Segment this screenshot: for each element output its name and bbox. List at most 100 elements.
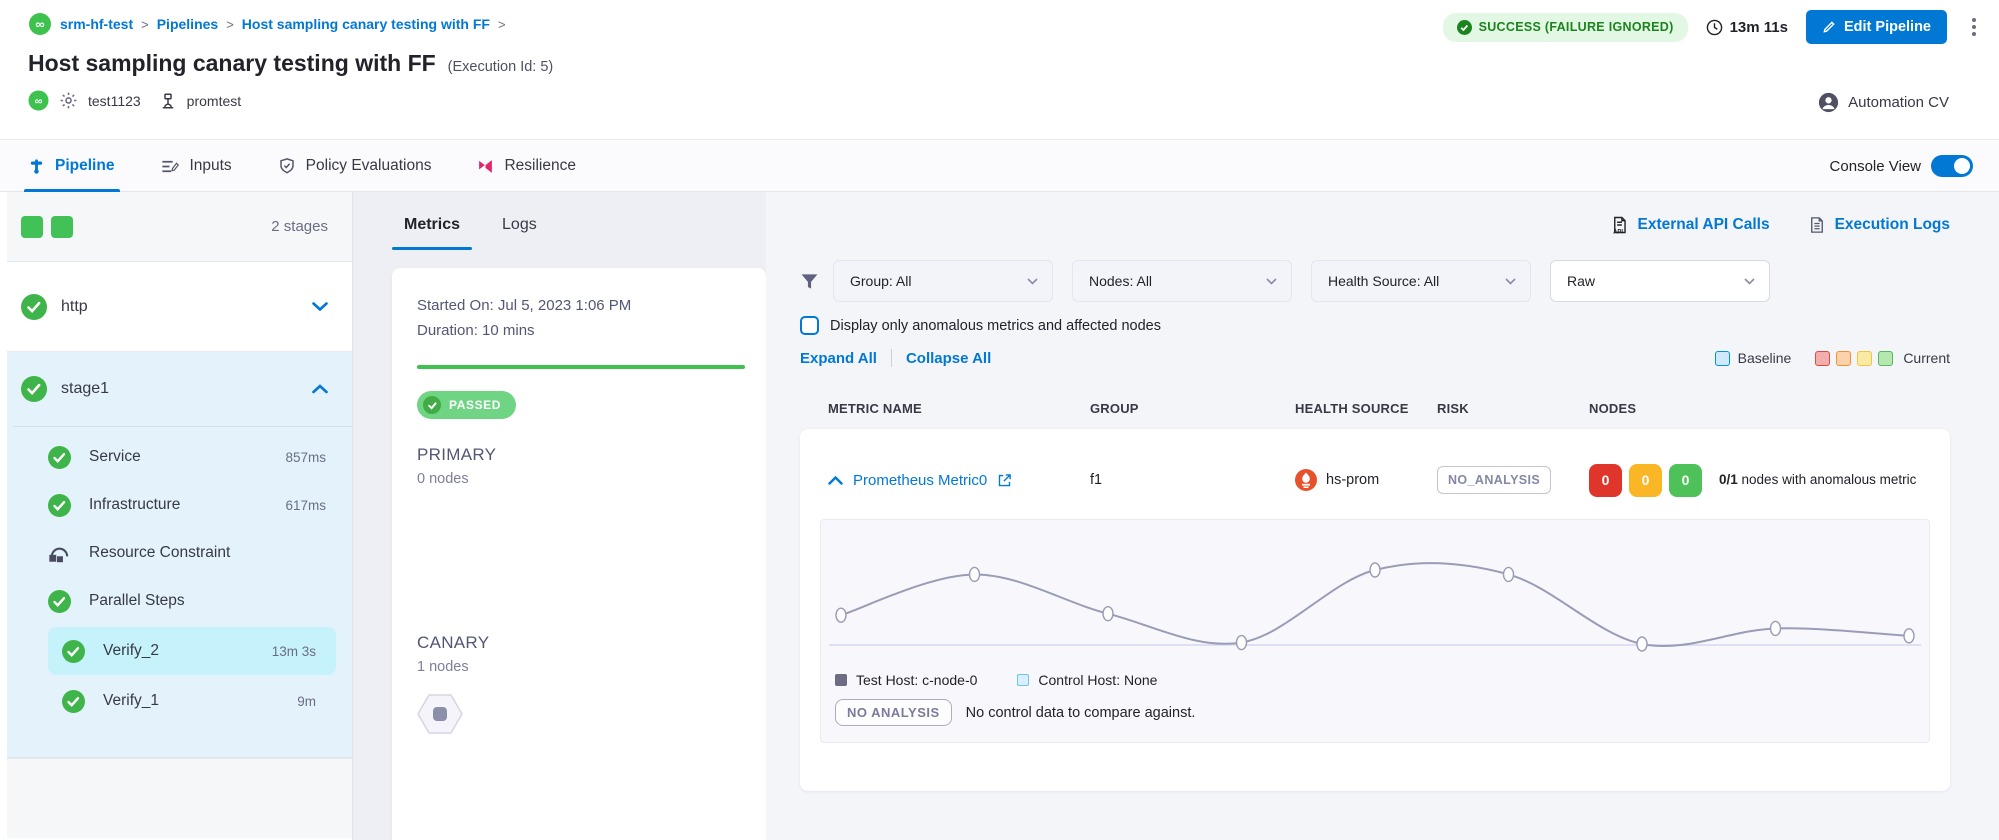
red-node-count-badge: 0 bbox=[1589, 464, 1622, 497]
verification-tabs: Metrics Logs bbox=[353, 192, 766, 250]
expand-all-link[interactable]: Expand All bbox=[800, 350, 877, 367]
col-group: GROUP bbox=[1090, 401, 1295, 416]
breadcrumb-pipelines[interactable]: Pipelines bbox=[157, 16, 218, 32]
service-name[interactable]: test1123 bbox=[88, 93, 141, 109]
chevron-up-icon[interactable] bbox=[312, 384, 328, 394]
execution-logs-link[interactable]: Execution Logs bbox=[1808, 215, 1950, 235]
control-host-swatch bbox=[1017, 674, 1029, 686]
test-host-legend: Test Host: c-node-0 bbox=[835, 672, 977, 688]
divider bbox=[891, 349, 892, 367]
edit-pipeline-button[interactable]: Edit Pipeline bbox=[1806, 10, 1947, 44]
view-mode-dropdown[interactable]: Raw bbox=[1550, 260, 1770, 302]
table-row: Prometheus Metric0 f1 hs-prom NO_ANALYSI… bbox=[828, 451, 1930, 509]
execution-sidebar: 2 stages http stage1 Service 857ms bbox=[0, 192, 353, 840]
status-check-icon bbox=[1457, 20, 1472, 35]
step-verify-2[interactable]: Verify_2 13m 3s bbox=[48, 627, 336, 675]
active-tab-underline bbox=[392, 247, 472, 250]
metric-line-chart bbox=[821, 520, 1929, 656]
module-tabbar: Pipeline Inputs Policy Evaluations Resil… bbox=[0, 141, 1999, 192]
anomalous-filter-row: Display only anomalous metrics and affec… bbox=[800, 316, 1950, 335]
anomalous-checkbox[interactable] bbox=[800, 316, 819, 335]
tab-metrics[interactable]: Metrics bbox=[392, 216, 472, 250]
user-name: Automation CV bbox=[1848, 94, 1949, 111]
breadcrumb-project[interactable]: srm-hf-test bbox=[60, 16, 133, 32]
col-health-source: HEALTH SOURCE bbox=[1295, 401, 1437, 416]
no-analysis-text: No control data to compare against. bbox=[966, 705, 1196, 721]
chevron-down-icon bbox=[1744, 278, 1755, 285]
success-check-icon bbox=[62, 690, 85, 713]
filter-funnel-icon[interactable] bbox=[800, 272, 819, 291]
stage-status-square bbox=[21, 216, 43, 238]
breadcrumb-pipeline-name[interactable]: Host sampling canary testing with FF bbox=[242, 16, 490, 32]
step-service[interactable]: Service 857ms bbox=[7, 433, 352, 481]
service-gear-icon bbox=[59, 91, 78, 110]
analysis-note-row: NO ANALYSIS No control data to compare a… bbox=[821, 699, 1929, 726]
health-source-filter-dropdown[interactable]: Health Source: All bbox=[1311, 260, 1531, 302]
meta-row: ∞ test1123 promtest bbox=[0, 77, 1999, 111]
col-metric-name: METRIC NAME bbox=[828, 401, 1090, 416]
svg-text:∞: ∞ bbox=[35, 17, 44, 32]
nodes-filter-dropdown[interactable]: Nodes: All bbox=[1072, 260, 1292, 302]
shield-check-icon bbox=[278, 157, 296, 175]
chevron-down-icon bbox=[1266, 278, 1277, 285]
current-label: Current bbox=[1903, 350, 1950, 366]
chevron-down-icon[interactable] bbox=[312, 302, 328, 312]
breadcrumb-separator: > bbox=[141, 17, 149, 32]
expand-collapse-row: Expand All Collapse All Baseline Current bbox=[800, 349, 1950, 367]
clock-icon bbox=[1706, 19, 1723, 36]
success-check-icon bbox=[62, 640, 85, 663]
chevron-down-icon bbox=[1027, 278, 1038, 285]
tab-pipeline[interactable]: Pipeline bbox=[28, 141, 114, 192]
current-red-swatch bbox=[1815, 351, 1830, 366]
document-icon bbox=[1808, 215, 1826, 235]
svg-text:API: API bbox=[1613, 229, 1623, 235]
svg-text:∞: ∞ bbox=[35, 96, 43, 108]
environment-name[interactable]: promtest bbox=[187, 93, 241, 109]
success-check-icon bbox=[21, 294, 47, 320]
external-link-icon[interactable] bbox=[997, 473, 1012, 488]
step-infrastructure[interactable]: Infrastructure 617ms bbox=[7, 481, 352, 529]
environment-icon bbox=[159, 92, 177, 110]
step-parallel-steps[interactable]: Parallel Steps bbox=[7, 577, 352, 625]
verification-summary-card: Started On: Jul 5, 2023 1:06 PM Duration… bbox=[392, 268, 766, 840]
step-resource-constraint[interactable]: Resource Constraint bbox=[7, 529, 352, 577]
triggered-by: Automation CV bbox=[1818, 92, 1949, 113]
group-filter-dropdown[interactable]: Group: All bbox=[833, 260, 1053, 302]
col-nodes: NODES bbox=[1589, 401, 1950, 416]
current-orange-swatch bbox=[1836, 351, 1851, 366]
primary-node-count: 0 nodes bbox=[417, 471, 745, 487]
duration: Duration: 10 mins bbox=[417, 322, 745, 339]
metric-name-link[interactable]: Prometheus Metric0 bbox=[853, 472, 987, 489]
chart-color-legend: Baseline Current bbox=[1715, 350, 1950, 366]
more-options-icon[interactable] bbox=[1965, 14, 1983, 40]
anomalous-checkbox-label[interactable]: Display only anomalous metrics and affec… bbox=[830, 318, 1161, 334]
tab-resilience[interactable]: Resilience bbox=[477, 141, 576, 192]
tab-logs[interactable]: Logs bbox=[490, 216, 549, 250]
filter-row: Group: All Nodes: All Health Source: All… bbox=[800, 260, 1950, 302]
tab-policy-evaluations[interactable]: Policy Evaluations bbox=[278, 141, 432, 192]
external-api-calls-link[interactable]: API External API Calls bbox=[1610, 215, 1770, 235]
execution-id: (Execution Id: 5) bbox=[448, 59, 554, 75]
sidebar-stage-http[interactable]: http bbox=[7, 262, 352, 352]
sidebar-stage-stage1[interactable]: stage1 bbox=[7, 352, 352, 426]
stage-status-square bbox=[51, 216, 73, 238]
stage-count: 2 stages bbox=[271, 218, 328, 235]
console-view-toggle[interactable] bbox=[1931, 155, 1973, 177]
success-check-icon bbox=[48, 494, 71, 517]
breadcrumb-separator: > bbox=[226, 17, 234, 32]
primary-label: PRIMARY bbox=[417, 445, 745, 465]
step-verify-1[interactable]: Verify_1 9m bbox=[48, 677, 336, 725]
control-host-legend: Control Host: None bbox=[1017, 672, 1157, 688]
current-swatches bbox=[1815, 351, 1893, 366]
col-risk: RISK bbox=[1437, 401, 1589, 416]
resilience-icon bbox=[477, 158, 494, 175]
breadcrumb-separator: > bbox=[498, 17, 506, 32]
tab-inputs[interactable]: Inputs bbox=[160, 141, 231, 192]
canary-node-icon[interactable] bbox=[417, 693, 745, 740]
metrics-table-header: METRIC NAME GROUP HEALTH SOURCE RISK NOD… bbox=[800, 401, 1950, 416]
check-icon bbox=[423, 396, 441, 414]
harness-logo-icon: ∞ bbox=[28, 12, 52, 36]
collapse-row-chevron-icon[interactable] bbox=[828, 476, 843, 485]
collapse-all-link[interactable]: Collapse All bbox=[906, 350, 991, 367]
api-doc-icon: API bbox=[1610, 215, 1629, 235]
